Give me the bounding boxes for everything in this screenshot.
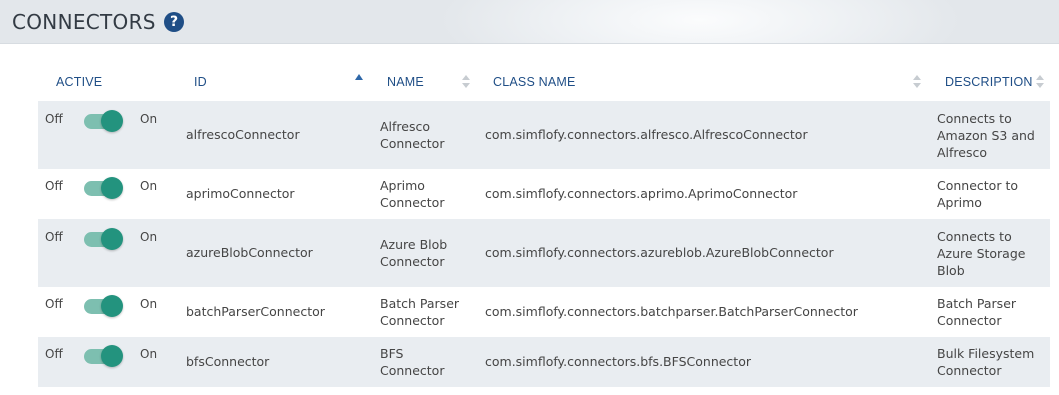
connector-class-name: com.simflofy.connectors.aprimo.AprimoCon… (485, 186, 798, 201)
connector-description-line: Batch Parser (937, 296, 1017, 311)
table-row: Off On alfrescoConnector Alfresco Connector c… (38, 101, 1050, 169)
connector-id: batchParserConnector (186, 304, 325, 319)
connector-description-line: Amazon S3 and (937, 128, 1035, 143)
connector-description-line: Connects to (937, 229, 1012, 244)
connector-description-line: Connector to (937, 178, 1018, 193)
column-header-active[interactable]: ACTIVE (56, 75, 102, 89)
sort-icon-name[interactable] (462, 75, 470, 91)
connector-name-line: Azure Blob (380, 237, 448, 252)
connector-class-name: com.simflofy.connectors.azureblob.AzureB… (485, 245, 834, 260)
connector-description-line: Blob (937, 263, 965, 278)
help-icon[interactable]: ? (164, 12, 184, 32)
toggle-knob (101, 110, 123, 132)
sort-icon-class-name[interactable] (913, 75, 921, 91)
connector-name-line: Connector (380, 313, 445, 328)
connectors-table: ACTIVE ID NAME CLASS NAME DESCRIPTION Of… (38, 64, 1050, 387)
active-toggle[interactable] (84, 295, 123, 317)
connector-id: alfrescoConnector (186, 127, 300, 142)
sort-ascending-icon[interactable] (355, 74, 363, 80)
connector-id: aprimoConnector (186, 186, 295, 201)
connector-name-line: Connector (380, 254, 445, 269)
table-row: Off On aprimoConnector Aprimo Connector com.s… (38, 169, 1050, 219)
connector-name-line: Batch Parser (380, 296, 460, 311)
connector-description-line: Connector (937, 363, 1002, 378)
connector-name: Alfresco Connector (380, 118, 470, 152)
connector-description: Connects to Amazon S3 and Alfresco (937, 110, 1049, 161)
connector-description-line: Connects to (937, 111, 1012, 126)
column-header-description[interactable]: DESCRIPTION (945, 75, 1033, 89)
connector-description-line: Bulk Filesystem (937, 346, 1035, 361)
connector-name-line: Aprimo (380, 178, 425, 193)
toggle-on-label: On (140, 230, 158, 244)
toggle-knob (101, 345, 123, 367)
connector-name-line: Alfresco (380, 119, 431, 134)
toggle-off-label: Off (45, 297, 63, 311)
toggle-knob (101, 295, 123, 317)
connector-description-line: Alfresco (937, 145, 988, 160)
toggle-on-label: On (140, 347, 158, 361)
table-header: ACTIVE ID NAME CLASS NAME DESCRIPTION (38, 64, 1050, 101)
connector-name: BFS Connector (380, 345, 470, 379)
toggle-off-label: Off (45, 179, 63, 193)
connector-id: azureBlobConnector (186, 245, 313, 260)
toggle-on-label: On (140, 297, 158, 311)
active-toggle[interactable] (84, 110, 123, 132)
column-header-name[interactable]: NAME (387, 75, 424, 89)
column-header-class-name[interactable]: CLASS NAME (493, 75, 576, 89)
connector-name: Batch Parser Connector (380, 295, 470, 329)
toggle-on-label: On (140, 179, 158, 193)
column-header-id[interactable]: ID (194, 75, 207, 89)
table-row: Off On batchParserConnector Batch Parser Con… (38, 287, 1050, 337)
toggle-off-label: Off (45, 112, 63, 126)
connector-name-line: Connector (380, 136, 445, 151)
connector-name-line: BFS (380, 346, 404, 361)
toggle-off-label: Off (45, 347, 63, 361)
connector-description-line: Aprimo (937, 195, 982, 210)
connector-name: Azure Blob Connector (380, 236, 470, 270)
connector-name-line: Connector (380, 195, 445, 210)
connector-description: Connector to Aprimo (937, 177, 1049, 211)
toggle-off-label: Off (45, 230, 63, 244)
active-toggle[interactable] (84, 345, 123, 367)
connector-description: Bulk Filesystem Connector (937, 345, 1049, 379)
active-toggle[interactable] (84, 177, 123, 199)
toggle-on-label: On (140, 112, 158, 126)
connector-name-line: Connector (380, 363, 445, 378)
connector-description-line: Azure Storage (937, 246, 1026, 261)
active-toggle[interactable] (84, 228, 123, 250)
connector-name: Aprimo Connector (380, 177, 470, 211)
table-row: Off On bfsConnector BFS Connector com.simflof… (38, 337, 1050, 387)
sort-icon-description[interactable] (1036, 75, 1044, 91)
page-header: CONNECTORS ? (0, 0, 1059, 44)
table-row: Off On azureBlobConnector Azure Blob Connect… (38, 219, 1050, 287)
toggle-knob (101, 228, 123, 250)
connector-class-name: com.simflofy.connectors.batchparser.Batc… (485, 304, 858, 319)
connector-description: Connects to Azure Storage Blob (937, 228, 1049, 279)
connector-class-name: com.simflofy.connectors.bfs.BFSConnector (485, 354, 751, 369)
connector-description: Batch Parser Connector (937, 295, 1049, 329)
connector-description-line: Connector (937, 313, 1002, 328)
toggle-knob (101, 177, 123, 199)
connector-id: bfsConnector (186, 354, 270, 369)
connector-class-name: com.simflofy.connectors.alfresco.Alfresc… (485, 127, 808, 142)
page-title: CONNECTORS (12, 10, 156, 34)
